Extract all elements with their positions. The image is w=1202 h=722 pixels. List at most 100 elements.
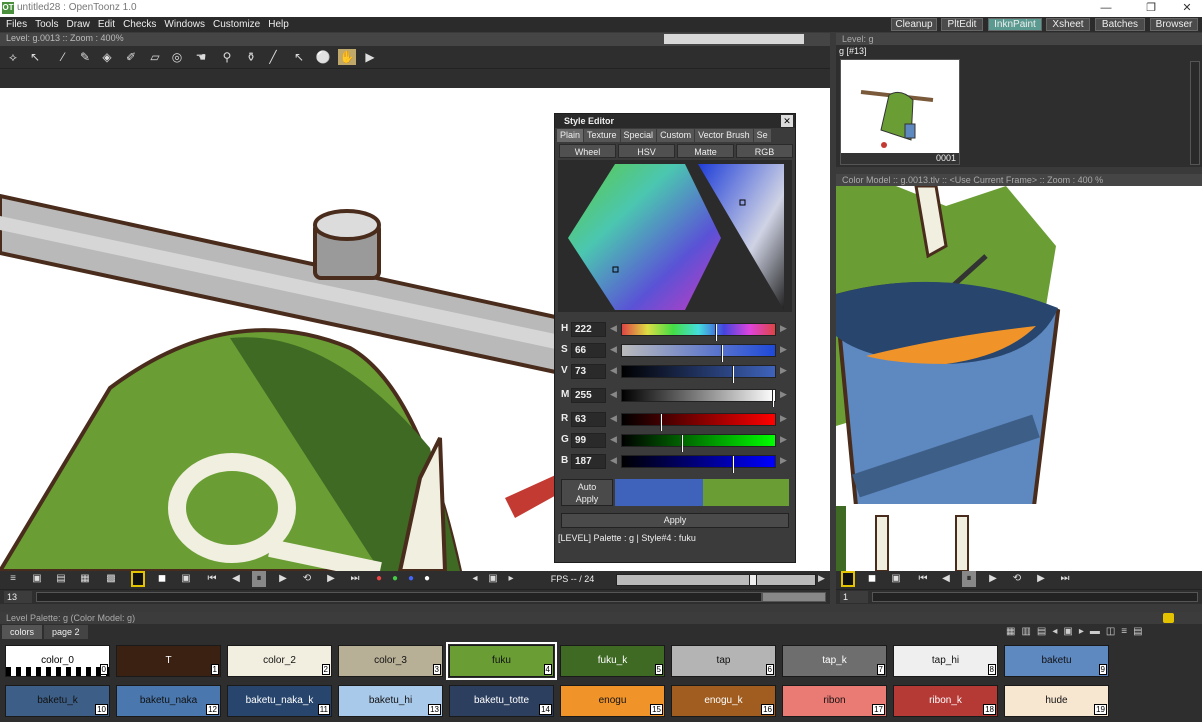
eraser-tool-icon[interactable]: ▱	[146, 49, 164, 65]
palette-page-tab-colors[interactable]: colors	[2, 625, 43, 639]
palette-chip-enogu[interactable]: enogu 15	[560, 685, 665, 717]
level-frame-thumbnail[interactable]: 0001	[840, 59, 960, 165]
cm-pause-icon[interactable]: ⏸	[962, 571, 976, 587]
menu-customize[interactable]: Customize	[209, 17, 264, 32]
channel-slider[interactable]	[621, 365, 776, 383]
slider-thumb[interactable]	[732, 456, 734, 473]
black-bg-icon[interactable]: ◼	[155, 571, 169, 587]
close-window-button[interactable]: ✕	[1172, 0, 1202, 17]
palette-chip-color-0[interactable]: color_0 0	[5, 645, 110, 677]
fill-tool-icon[interactable]: ◈	[98, 49, 116, 65]
decrease-arrow-icon[interactable]: ◀	[610, 365, 617, 376]
pointer-tool-icon[interactable]: ↖	[290, 49, 308, 65]
frame-field[interactable]: 13	[4, 591, 32, 603]
palette-chip-color-2[interactable]: color_2 2	[227, 645, 332, 677]
frame-slider[interactable]	[36, 592, 762, 602]
checker-bg-icon[interactable]: ▣	[179, 571, 193, 587]
cm-frame-slider[interactable]	[872, 592, 1198, 602]
geometric-tool-icon[interactable]: ✎	[76, 49, 94, 65]
apply-button[interactable]: Apply	[561, 513, 789, 528]
prev-frame-icon[interactable]: ◀	[229, 571, 243, 587]
menu-files[interactable]: Files	[2, 17, 31, 32]
loop-icon[interactable]: ⟲	[300, 571, 314, 587]
play-icon[interactable]: ▶	[276, 571, 290, 587]
channel-slider[interactable]	[621, 344, 776, 362]
channel-slider[interactable]	[621, 413, 776, 431]
decrease-arrow-icon[interactable]: ◀	[610, 323, 617, 334]
fps-slider[interactable]	[616, 574, 816, 586]
selection-tool-icon[interactable]: ↖	[26, 49, 44, 65]
cm-next-frame-icon[interactable]: ▶	[1034, 571, 1048, 587]
channel-value-field[interactable]: 63	[571, 412, 606, 427]
increase-arrow-icon[interactable]: ▶	[780, 323, 787, 334]
channel-slider[interactable]	[621, 323, 776, 341]
palette-chip-tap[interactable]: tap 6	[671, 645, 776, 677]
hand-tool-icon[interactable]: ✋	[338, 49, 356, 65]
decrease-arrow-icon[interactable]: ◀	[610, 344, 617, 355]
more-tools-icon[interactable]: ▶	[361, 49, 379, 65]
palette-chip-baketu-naka[interactable]: baketu_naka 12	[116, 685, 221, 717]
style-tab-special[interactable]: Special	[620, 129, 657, 142]
increase-arrow-icon[interactable]: ▶	[780, 344, 787, 355]
maximize-button[interactable]: ❐	[1136, 0, 1166, 17]
scroll-right-icon[interactable]: ▶	[818, 573, 825, 584]
palette-chip-baketu-naka-k[interactable]: baketu_naka_k 11	[227, 685, 332, 717]
channel-slider[interactable]	[621, 389, 776, 407]
style-tab-se[interactable]: Se	[753, 129, 771, 142]
minimize-button[interactable]: —	[1091, 0, 1121, 17]
decrease-arrow-icon[interactable]: ◀	[610, 413, 617, 424]
style-tab-texture[interactable]: Texture	[584, 129, 620, 142]
pause-icon[interactable]: ⏸	[252, 571, 266, 587]
style-tab-vector-brush[interactable]: Vector Brush	[695, 129, 753, 142]
slider-thumb[interactable]	[715, 324, 717, 341]
palette-chip-fuku-k[interactable]: fuku_k 5	[560, 645, 665, 677]
first-frame-icon[interactable]: ⏮	[205, 571, 219, 587]
decrease-arrow-icon[interactable]: ◀	[610, 434, 617, 445]
last-frame-icon[interactable]: ⏭	[348, 571, 362, 587]
menu-windows[interactable]: Windows	[160, 17, 209, 32]
palette-chip-tap-k[interactable]: tap_k 7	[782, 645, 887, 677]
paint-brush-tool-icon[interactable]: ✐	[122, 49, 140, 65]
lock-icon[interactable]	[1163, 613, 1174, 623]
mode-tab-hsv[interactable]: HSV	[618, 144, 675, 158]
room-tab-inknpaint[interactable]: InknPaint	[988, 18, 1042, 31]
palette-chip-ribon-k[interactable]: ribon_k 18	[893, 685, 998, 717]
palette-chip-ribon[interactable]: ribon 17	[782, 685, 887, 717]
cm-frame-field[interactable]: 1	[840, 591, 868, 603]
animate-tool-icon[interactable]: ⟡	[4, 49, 22, 65]
decrease-arrow-icon[interactable]: ◀	[610, 389, 617, 400]
menu-checks[interactable]: Checks	[119, 17, 160, 32]
compare-next-icon[interactable]: ▸	[504, 571, 518, 587]
frame-slider-end[interactable]	[762, 592, 826, 602]
style-picker-tool-icon[interactable]: ⚲	[218, 49, 236, 65]
palette-chip-T[interactable]: T1	[116, 645, 221, 677]
cm-checker-bg-icon[interactable]: ▣	[889, 571, 903, 587]
red-channel-icon[interactable]: ●	[372, 571, 386, 587]
slider-thumb[interactable]	[681, 435, 683, 452]
increase-arrow-icon[interactable]: ▶	[780, 389, 787, 400]
menu-icon[interactable]: ≡	[6, 571, 20, 587]
mode-tab-matte[interactable]: Matte	[677, 144, 734, 158]
slider-thumb[interactable]	[660, 414, 662, 431]
room-tab-browser[interactable]: Browser	[1150, 18, 1198, 31]
room-tab-xsheet[interactable]: Xsheet	[1046, 18, 1090, 31]
room-tab-pltedit[interactable]: PltEdit	[941, 18, 983, 31]
style-tab-custom[interactable]: Custom	[657, 129, 695, 142]
channel-value-field[interactable]: 66	[571, 343, 606, 358]
channel-value-field[interactable]: 73	[571, 364, 606, 379]
channel-value-field[interactable]: 187	[571, 454, 606, 469]
rgb-picker-tool-icon[interactable]: ⚱	[242, 49, 260, 65]
menu-help[interactable]: Help	[264, 17, 293, 32]
increase-arrow-icon[interactable]: ▶	[780, 434, 787, 445]
palette-chip-baketu-k[interactable]: baketu_k 10	[5, 685, 110, 717]
subcamera-icon[interactable]: ▦	[78, 571, 92, 587]
menu-edit[interactable]: Edit	[94, 17, 119, 32]
green-channel-icon[interactable]: ●	[388, 571, 402, 587]
cm-play-icon[interactable]: ▶	[986, 571, 1000, 587]
increase-arrow-icon[interactable]: ▶	[780, 365, 787, 376]
palette-chip-baketu-hi[interactable]: baketu_hi 13	[338, 685, 443, 717]
channel-value-field[interactable]: 255	[571, 388, 606, 403]
slider-thumb[interactable]	[732, 366, 734, 383]
palette-chip-baketu[interactable]: baketu 9	[1004, 645, 1109, 677]
slider-thumb[interactable]	[721, 345, 723, 362]
